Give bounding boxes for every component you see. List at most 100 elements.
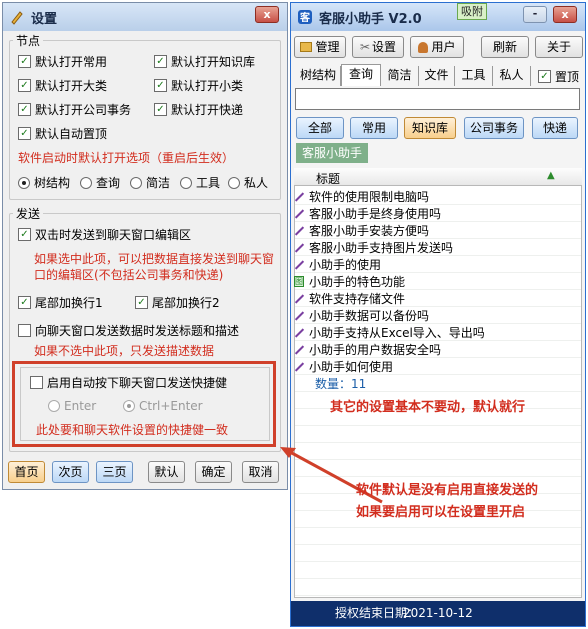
third-page-button[interactable]: 三页 <box>96 461 133 483</box>
cancel-button[interactable]: 取消 <box>242 461 279 483</box>
tab-private[interactable]: 私人 <box>493 66 531 86</box>
tab-tools[interactable]: 工具 <box>455 66 493 86</box>
send-legend: 发送 <box>16 207 41 221</box>
node-checkbox-common[interactable]: ✓ 默认打开常用 <box>18 53 107 70</box>
node-checkbox-major[interactable]: ✓ 默认打开大类 <box>18 77 107 94</box>
checkbox-icon: ✓ <box>18 127 31 140</box>
minimize-button[interactable]: - <box>523 6 547 23</box>
tail-newline-2-checkbox[interactable]: ✓ 尾部加换行2 <box>135 294 220 311</box>
node-checkbox-express[interactable]: ✓ 默认打开快递 <box>154 101 243 118</box>
list-item[interactable]: 客服小助手是终身使用吗 <box>294 205 441 222</box>
settings-title: 设置 <box>31 11 58 27</box>
category-knowledge-button[interactable]: 知识库 <box>404 117 456 139</box>
checkbox-icon: ✓ <box>538 70 551 83</box>
radio-icon <box>80 176 92 189</box>
hotkey-note: 此处要和聊天软件设置的快捷健一致 <box>36 423 229 437</box>
startup-radio-tree[interactable]: 树结构 <box>18 174 70 191</box>
list-item[interactable]: 客服小助手安装方便吗 <box>294 222 429 239</box>
assistant-close-button[interactable]: x <box>553 6 577 23</box>
annotation-note-2-line-2: 如果要启用可以在设置里开启 <box>356 505 526 520</box>
list-item[interactable]: 软件的使用限制电脑吗 <box>294 188 429 205</box>
settings-close-button[interactable]: x <box>255 6 279 23</box>
enter-radio[interactable]: Enter <box>48 399 96 413</box>
second-page-button[interactable]: 次页 <box>52 461 89 483</box>
double-click-send-checkbox[interactable]: ✓ 双击时发送到聊天窗口编辑区 <box>18 226 191 243</box>
tab-query[interactable]: 查询 <box>341 64 381 86</box>
user-button[interactable]: 用户 <box>410 36 464 58</box>
category-all-button[interactable]: 全部 <box>296 117 344 139</box>
checkbox-icon: ✓ <box>135 296 148 309</box>
radio-icon <box>180 176 192 189</box>
list-header[interactable]: 标题 ▲ <box>294 168 582 186</box>
list-item[interactable]: 软件支持存储文件 <box>294 290 405 307</box>
pen-icon <box>294 311 304 321</box>
checkbox-icon: ✓ <box>154 79 167 92</box>
settings-titlebar: 设置 x <box>3 3 287 31</box>
assistant-titlebar: 客 客服小助手 V2.0 吸附 - x <box>291 3 585 31</box>
tab-tree[interactable]: 树结构 <box>296 66 341 86</box>
group-label[interactable]: 客服小助手 <box>296 143 368 163</box>
image-icon: 图 <box>294 276 304 287</box>
list-item[interactable]: 客服小助手支持图片发送吗 <box>294 239 453 256</box>
radio-icon <box>130 176 142 189</box>
radio-icon <box>48 400 60 412</box>
ok-button[interactable]: 确定 <box>195 461 232 483</box>
tools-icon: ✂ <box>359 40 371 54</box>
annotation-note-2: 软件默认是没有启用直接发送的 如果要启用可以在设置里开启 <box>356 480 538 524</box>
ctrl-enter-radio[interactable]: Ctrl+Enter <box>123 399 203 413</box>
node-checkbox-company[interactable]: ✓ 默认打开公司事务 <box>18 101 131 118</box>
category-company-button[interactable]: 公司事务 <box>464 117 524 139</box>
node-checkbox-autotop[interactable]: ✓ 默认自动置顶 <box>18 125 107 142</box>
first-page-button[interactable]: 首页 <box>8 461 45 483</box>
sort-ascending-icon[interactable]: ▲ <box>547 170 555 181</box>
checkbox-icon: ✓ <box>154 55 167 68</box>
list-item[interactable]: 小助手数据可以备份吗 <box>294 307 429 324</box>
manage-button[interactable]: 管理 <box>294 36 346 58</box>
pen-icon <box>294 328 304 338</box>
category-common-button[interactable]: 常用 <box>350 117 398 139</box>
send-title-desc-checkbox[interactable]: 向聊天窗口发送数据时发送标题和描述 <box>18 322 239 339</box>
startup-radio-query[interactable]: 查询 <box>80 174 120 191</box>
radio-icon <box>228 176 240 189</box>
radio-icon <box>18 176 30 189</box>
assistant-settings-button[interactable]: ✂ 设置 <box>352 36 404 58</box>
search-input[interactable] <box>295 88 580 110</box>
assistant-title: 客服小助手 V2.0 <box>319 11 422 27</box>
pen-icon <box>294 345 304 355</box>
category-express-button[interactable]: 快递 <box>532 117 578 139</box>
list-item[interactable]: 小助手的使用 <box>294 256 381 273</box>
item-count: 数量：11 <box>315 377 367 391</box>
list-item[interactable]: 小助手的用户数据安全吗 <box>294 341 441 358</box>
pen-icon <box>294 294 304 304</box>
checkbox-icon: ✓ <box>18 55 31 68</box>
annotation-note-1: 其它的设置基本不要动，默认就行 <box>330 400 526 415</box>
list-item[interactable]: 小助手如何使用 <box>294 358 393 375</box>
startup-radio-tools[interactable]: 工具 <box>180 174 220 191</box>
nodes-legend: 节点 <box>16 34 41 48</box>
list-item[interactable]: 小助手支持从Excel导入、导出吗 <box>294 324 485 341</box>
tab-file[interactable]: 文件 <box>419 66 455 86</box>
column-title: 标题 <box>316 172 341 186</box>
default-button[interactable]: 默认 <box>148 461 185 483</box>
pin-top-checkbox[interactable]: ✓ 置顶 <box>538 68 579 85</box>
list-item[interactable]: 图小助手的特色功能 <box>294 273 405 290</box>
refresh-button[interactable]: 刷新 <box>481 36 529 58</box>
startup-note: 软件启动时默认打开选项（重启后生效） <box>18 151 235 165</box>
dock-badge[interactable]: 吸附 <box>457 3 487 20</box>
node-checkbox-minor[interactable]: ✓ 默认打开小类 <box>154 77 243 94</box>
auto-hotkey-checkbox[interactable]: 启用自动按下聊天窗口发送快捷健 <box>30 374 227 391</box>
startup-radio-private[interactable]: 私人 <box>228 174 268 191</box>
node-checkbox-knowledge[interactable]: ✓ 默认打开知识库 <box>154 53 255 70</box>
pen-icon <box>294 226 304 236</box>
tail-newline-1-checkbox[interactable]: ✓ 尾部加换行1 <box>18 294 103 311</box>
pen-icon <box>294 362 304 372</box>
double-click-note: 如果选中此项，可以把数据直接发送到聊天窗口的编辑区(不包括公司事务和快递) <box>34 252 275 282</box>
checkbox-icon: ✓ <box>18 228 31 241</box>
tab-simple[interactable]: 简洁 <box>381 66 419 86</box>
startup-radio-simple[interactable]: 简洁 <box>130 174 170 191</box>
annotation-note-2-line-1: 软件默认是没有启用直接发送的 <box>356 483 539 498</box>
about-button[interactable]: 关于 <box>535 36 583 58</box>
app-logo-icon: 客 <box>297 9 313 25</box>
pencil-icon <box>9 9 25 25</box>
checkbox-icon: ✓ <box>18 103 31 116</box>
